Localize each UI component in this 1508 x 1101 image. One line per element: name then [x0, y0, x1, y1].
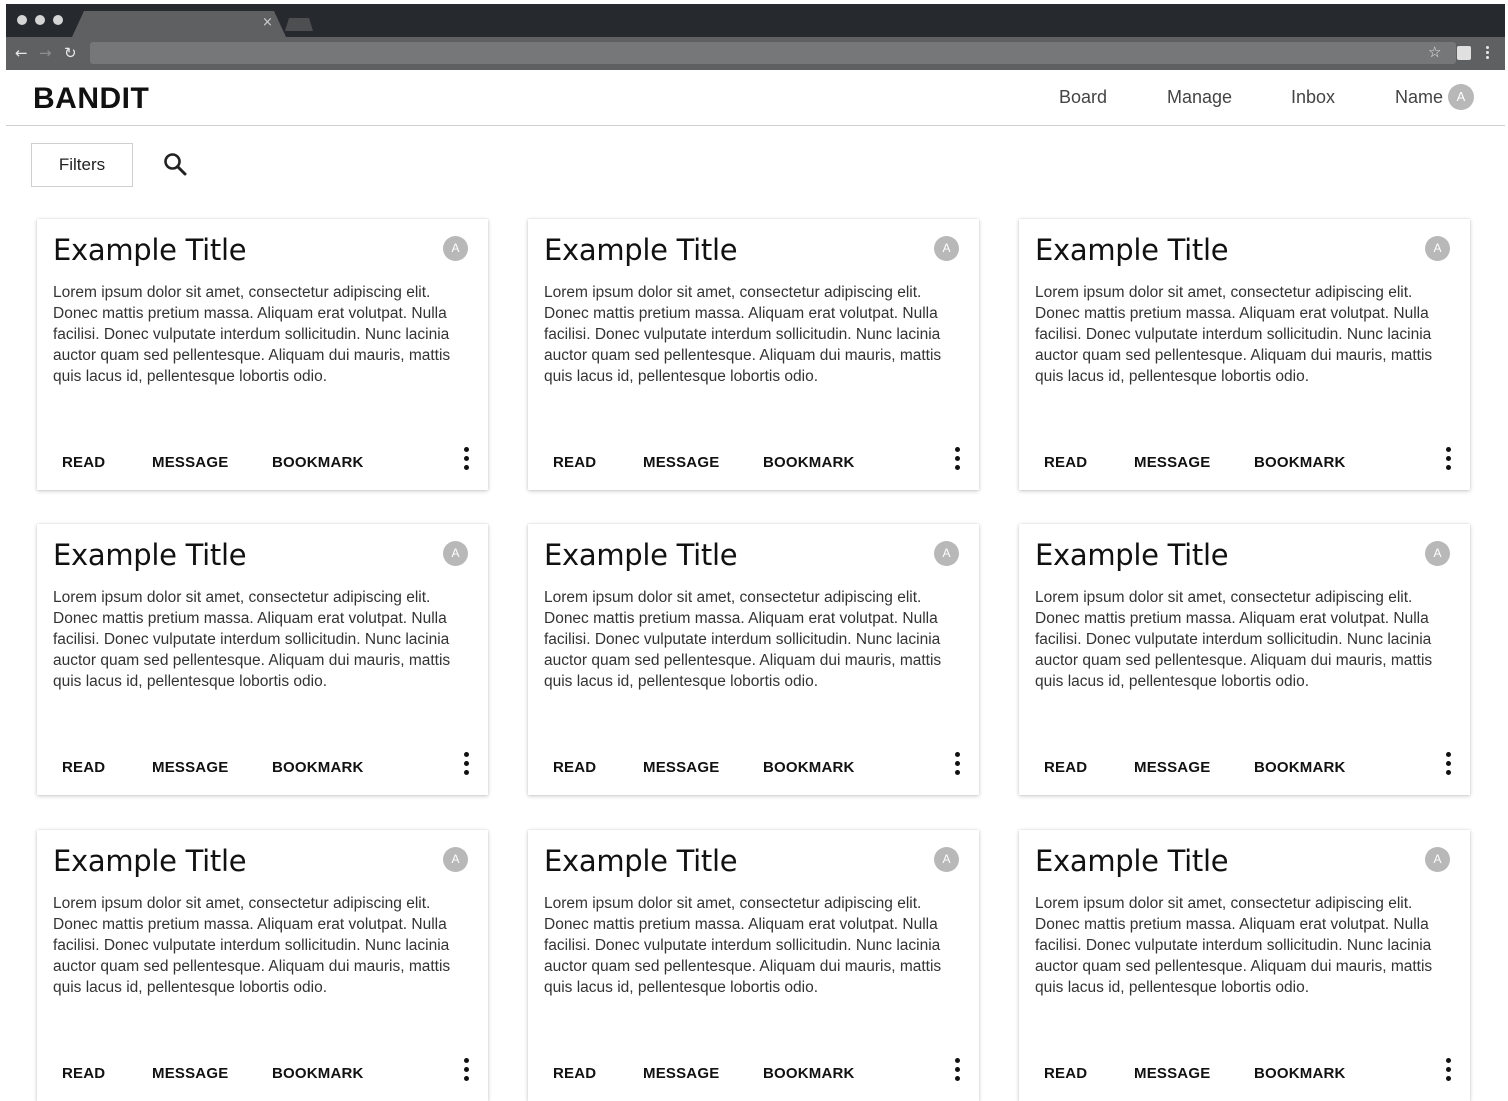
back-icon[interactable]: ←: [15, 44, 28, 62]
message-button[interactable]: MESSAGE: [643, 1065, 719, 1082]
card-body: Lorem ipsum dolor sit amet, consectetur …: [1035, 895, 1433, 996]
reload-icon[interactable]: ↻: [64, 44, 77, 62]
card[interactable]: Example Title A Lorem ipsum dolor sit amet…: [1019, 219, 1470, 490]
bookmark-button[interactable]: BOOKMARK: [1254, 1065, 1346, 1082]
bookmark-button[interactable]: BOOKMARK: [763, 454, 855, 471]
avatar[interactable]: A: [443, 236, 468, 261]
card-body: Lorem ipsum dolor sit amet, consectetur …: [544, 284, 942, 385]
app-header: BANDIT Board Manage Inbox Name A: [6, 70, 1505, 126]
card-body: Lorem ipsum dolor sit amet, consectetur …: [1035, 284, 1433, 385]
card-body: Lorem ipsum dolor sit amet, consectetur …: [53, 589, 451, 690]
read-button[interactable]: READ: [553, 759, 596, 776]
card[interactable]: Example Title A Lorem ipsum dolor sit amet…: [37, 830, 488, 1101]
card-title: Example Title: [544, 538, 738, 572]
read-button[interactable]: READ: [1044, 759, 1087, 776]
avatar[interactable]: A: [934, 847, 959, 872]
nav-inbox[interactable]: Inbox: [1291, 87, 1335, 108]
card-title: Example Title: [544, 844, 738, 878]
more-options-icon[interactable]: [464, 752, 470, 778]
more-options-icon[interactable]: [1446, 447, 1452, 473]
card[interactable]: Example Title A Lorem ipsum dolor sit amet…: [1019, 524, 1470, 795]
read-button[interactable]: READ: [62, 454, 105, 471]
read-button[interactable]: READ: [553, 454, 596, 471]
forward-icon[interactable]: →: [39, 44, 52, 62]
bookmark-button[interactable]: BOOKMARK: [272, 759, 364, 776]
card[interactable]: Example Title A Lorem ipsum dolor sit amet…: [528, 219, 979, 490]
more-options-icon[interactable]: [955, 752, 961, 778]
read-button[interactable]: READ: [1044, 454, 1087, 471]
card-title: Example Title: [544, 233, 738, 267]
window-maximize-dot[interactable]: [53, 15, 63, 25]
bookmark-button[interactable]: BOOKMARK: [1254, 759, 1346, 776]
card-title: Example Title: [53, 233, 247, 267]
message-button[interactable]: MESSAGE: [643, 454, 719, 471]
bookmark-button[interactable]: BOOKMARK: [763, 1065, 855, 1082]
nav-manage[interactable]: Manage: [1167, 87, 1232, 108]
more-options-icon[interactable]: [1446, 752, 1452, 778]
card-title: Example Title: [53, 538, 247, 572]
window-minimize-dot[interactable]: [35, 15, 45, 25]
bookmark-star-icon[interactable]: ☆: [1428, 43, 1441, 61]
nav-board[interactable]: Board: [1059, 87, 1107, 108]
card-title: Example Title: [53, 844, 247, 878]
message-button[interactable]: MESSAGE: [152, 454, 228, 471]
card[interactable]: Example Title A Lorem ipsum dolor sit amet…: [37, 219, 488, 490]
message-button[interactable]: MESSAGE: [152, 759, 228, 776]
avatar[interactable]: A: [1425, 541, 1450, 566]
read-button[interactable]: READ: [62, 759, 105, 776]
bookmark-button[interactable]: BOOKMARK: [1254, 454, 1346, 471]
extension-icon[interactable]: [1457, 46, 1471, 60]
browser-address-bar: ← → ↻ ☆: [6, 37, 1505, 70]
card-title: Example Title: [1035, 233, 1229, 267]
card[interactable]: Example Title A Lorem ipsum dolor sit amet…: [528, 524, 979, 795]
avatar[interactable]: A: [443, 847, 468, 872]
message-button[interactable]: MESSAGE: [643, 759, 719, 776]
card-body: Lorem ipsum dolor sit amet, consectetur …: [53, 895, 451, 996]
more-options-icon[interactable]: [955, 1058, 961, 1084]
message-button[interactable]: MESSAGE: [1134, 1065, 1210, 1082]
card-body: Lorem ipsum dolor sit amet, consectetur …: [544, 895, 942, 996]
bookmark-button[interactable]: BOOKMARK: [272, 1065, 364, 1082]
new-tab-button[interactable]: [285, 18, 313, 31]
read-button[interactable]: READ: [62, 1065, 105, 1082]
logo[interactable]: BANDIT: [33, 82, 149, 116]
browser-titlebar: ×: [6, 4, 1505, 37]
read-button[interactable]: READ: [553, 1065, 596, 1082]
card-body: Lorem ipsum dolor sit amet, consectetur …: [544, 589, 942, 690]
message-button[interactable]: MESSAGE: [152, 1065, 228, 1082]
window-close-dot[interactable]: [17, 15, 27, 25]
avatar[interactable]: A: [1425, 236, 1450, 261]
more-options-icon[interactable]: [1446, 1058, 1452, 1084]
search-icon[interactable]: [162, 151, 190, 179]
tab-close-icon[interactable]: ×: [262, 15, 273, 31]
browser-menu-icon[interactable]: [1486, 46, 1490, 62]
message-button[interactable]: MESSAGE: [1134, 454, 1210, 471]
avatar[interactable]: A: [1448, 84, 1474, 110]
filters-button[interactable]: Filters: [31, 143, 133, 187]
browser-tab[interactable]: [72, 11, 286, 37]
card[interactable]: Example Title A Lorem ipsum dolor sit amet…: [37, 524, 488, 795]
card-title: Example Title: [1035, 538, 1229, 572]
card[interactable]: Example Title A Lorem ipsum dolor sit amet…: [1019, 830, 1470, 1101]
avatar[interactable]: A: [443, 541, 468, 566]
avatar[interactable]: A: [1425, 847, 1450, 872]
bookmark-button[interactable]: BOOKMARK: [272, 454, 364, 471]
message-button[interactable]: MESSAGE: [1134, 759, 1210, 776]
card-body: Lorem ipsum dolor sit amet, consectetur …: [1035, 589, 1433, 690]
card-body: Lorem ipsum dolor sit amet, consectetur …: [53, 284, 451, 385]
card-title: Example Title: [1035, 844, 1229, 878]
card[interactable]: Example Title A Lorem ipsum dolor sit amet…: [528, 830, 979, 1101]
url-input[interactable]: [90, 42, 1456, 64]
avatar[interactable]: A: [934, 236, 959, 261]
more-options-icon[interactable]: [464, 447, 470, 473]
more-options-icon[interactable]: [955, 447, 961, 473]
avatar[interactable]: A: [934, 541, 959, 566]
more-options-icon[interactable]: [464, 1058, 470, 1084]
nav-user-name[interactable]: Name: [1395, 87, 1443, 108]
bookmark-button[interactable]: BOOKMARK: [763, 759, 855, 776]
read-button[interactable]: READ: [1044, 1065, 1087, 1082]
